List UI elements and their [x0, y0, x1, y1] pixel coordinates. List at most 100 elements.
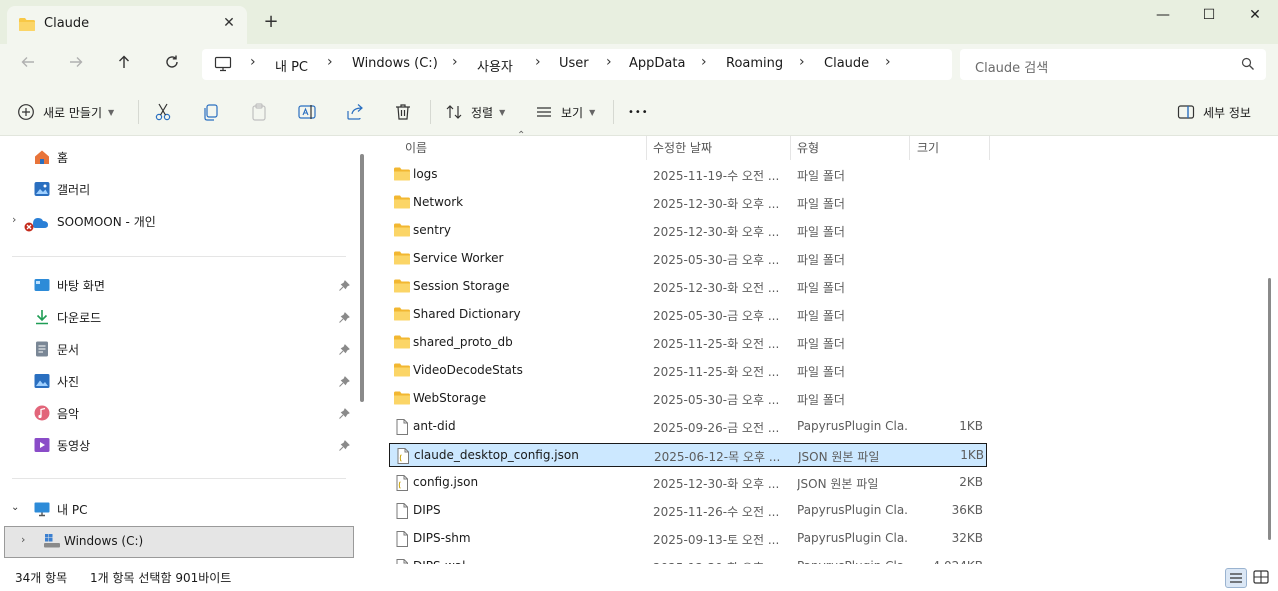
sidebar-item-label: 갤러리 — [57, 182, 91, 197]
cut-button[interactable] — [153, 102, 175, 122]
view-list-icon — [537, 107, 551, 117]
pin-icon[interactable] — [338, 312, 350, 324]
pin-icon[interactable] — [338, 408, 350, 420]
new-tab-button[interactable]: + — [260, 12, 282, 34]
chevron-down-icon: ▼ — [499, 107, 506, 117]
breadcrumb-my-pc[interactable]: 내 PC — [275, 56, 308, 75]
sidebar-item-onedrive[interactable]: SOOMOON - 개인 — [23, 208, 156, 234]
sidebar-scrollbar[interactable] — [360, 154, 364, 402]
expand-chevron-icon[interactable]: › — [12, 213, 16, 226]
pin-icon[interactable] — [338, 280, 350, 292]
breadcrumb-separator[interactable]: › — [452, 54, 458, 70]
computer-icon — [214, 56, 232, 75]
sidebar-item-pictures[interactable]: 사진 — [33, 368, 79, 394]
pin-icon[interactable] — [338, 344, 350, 356]
tiles-view-button[interactable] — [1251, 568, 1273, 588]
tab-claude[interactable]: Claude ✕ — [7, 6, 247, 44]
breadcrumb-appdata[interactable]: AppData — [629, 56, 685, 71]
forward-button[interactable] — [62, 52, 90, 78]
file-row[interactable]: Shared Dictionary 2025-05-30-금 오후 ... 파일 폴… — [389, 303, 987, 327]
pin-icon[interactable] — [338, 376, 350, 388]
breadcrumb-separator[interactable]: › — [606, 54, 612, 70]
sidebar-item-documents[interactable]: 문서 — [33, 336, 79, 362]
maximize-button[interactable]: ☐ — [1186, 0, 1232, 32]
sidebar-item-music[interactable]: 음악 — [33, 400, 79, 426]
breadcrumb-roaming[interactable]: Roaming — [726, 56, 783, 71]
sidebar-item-gallery[interactable]: 갤러리 — [33, 176, 90, 202]
copy-button[interactable] — [201, 102, 223, 122]
details-view-button[interactable] — [1225, 568, 1247, 588]
file-row[interactable]: Session Storage 2025-12-30-화 오전 ... 파일 폴더 — [389, 275, 987, 299]
back-button[interactable] — [14, 52, 42, 78]
rename-icon — [298, 105, 316, 119]
column-header-date[interactable]: 수정한 날짜 — [653, 139, 712, 156]
tab-close-button[interactable]: ✕ — [219, 13, 239, 33]
collapse-chevron-icon[interactable]: ⌄ — [11, 502, 19, 513]
refresh-button[interactable] — [158, 52, 186, 78]
sort-button[interactable]: 정렬 ▼ — [445, 101, 505, 123]
column-divider[interactable] — [989, 136, 990, 160]
sidebar-item-desktop[interactable]: 바탕 화면 — [33, 272, 105, 298]
breadcrumb-windows-c[interactable]: Windows (C:) — [352, 56, 438, 71]
file-row[interactable]: WebStorage 2025-05-30-금 오후 ... 파일 폴더 — [389, 387, 987, 411]
sidebar-item-windows-c[interactable]: › Windows (C:) — [4, 526, 354, 558]
column-header-type[interactable]: 유형 — [797, 139, 819, 156]
file-type: PapyrusPlugin Cla... — [797, 531, 907, 545]
delete-button[interactable] — [393, 102, 415, 122]
file-row[interactable]: logs 2025-11-19-수 오전 ... 파일 폴더 — [389, 163, 987, 187]
close-window-button[interactable]: ✕ — [1232, 0, 1278, 32]
breadcrumb-claude[interactable]: Claude — [824, 56, 869, 71]
column-header-name[interactable]: 이름 — [405, 139, 427, 156]
refresh-icon — [166, 55, 178, 68]
file-size: 1KB — [959, 419, 983, 433]
file-row[interactable]: ant-did 2025-09-26-금 오전 ... PapyrusPlugin … — [389, 415, 987, 439]
folder-icon — [18, 17, 36, 35]
sidebar-item-label: Windows (C:) — [64, 534, 144, 548]
up-button[interactable] — [110, 52, 138, 78]
file-row[interactable]: claude_desktop_config.json 2025-06-12-목 오… — [389, 443, 987, 467]
paste-button[interactable] — [249, 102, 271, 122]
rename-button[interactable] — [297, 102, 319, 122]
file-row[interactable]: Service Worker 2025-05-30-금 오후 ... 파일 폴더 — [389, 247, 987, 271]
share-button[interactable] — [345, 102, 367, 122]
file-row[interactable]: DIPS 2025-11-26-수 오전 ... PapyrusPlugin Cla… — [389, 499, 987, 523]
breadcrumb-separator[interactable]: › — [250, 54, 256, 70]
minimize-button[interactable]: — — [1140, 0, 1186, 32]
search-icon — [1241, 57, 1255, 74]
file-row[interactable]: config.json 2025-12-30-화 오후 ... JSON 원본 파일… — [389, 471, 987, 495]
file-row[interactable]: DIPS-shm 2025-09-13-토 오전 ... PapyrusPlugin… — [389, 527, 987, 551]
file-row[interactable]: sentry 2025-12-30-화 오후 ... 파일 폴더 — [389, 219, 987, 243]
view-button[interactable]: 보기 ▼ — [535, 101, 595, 123]
column-divider[interactable] — [790, 136, 791, 160]
column-header-size[interactable]: 크기 — [917, 139, 939, 156]
sidebar-item-downloads[interactable]: 다운로드 — [33, 304, 101, 330]
column-divider[interactable] — [909, 136, 910, 160]
address-bar[interactable]: › 내 PC › Windows (C:) › 사용자 › User › App… — [202, 49, 952, 80]
sort-ascending-icon: ⌃ — [517, 130, 526, 141]
new-button[interactable]: 새로 만들기 ▼ — [17, 101, 114, 123]
document-icon — [33, 340, 51, 358]
file-list: ⌃ 이름 수정한 날짜 유형 크기 logs 2025-11-19-수 오전 ..… — [372, 130, 1278, 575]
sidebar-item-home[interactable]: 홈 — [33, 144, 68, 170]
search-input[interactable]: Claude 검색 — [960, 49, 1266, 80]
sidebar-item-this-pc[interactable]: 내 PC — [33, 496, 87, 522]
expand-chevron-icon[interactable]: › — [21, 533, 25, 546]
breadcrumb-user[interactable]: User — [559, 56, 589, 71]
breadcrumb-separator[interactable]: › — [535, 54, 541, 70]
file-row[interactable]: shared_proto_db 2025-11-25-화 오전 ... 파일 폴더 — [389, 331, 987, 355]
sidebar-item-label: 바탕 화면 — [57, 278, 105, 293]
sidebar-item-videos[interactable]: 동영상 — [33, 432, 90, 458]
column-divider[interactable] — [646, 136, 647, 160]
breadcrumb-separator[interactable]: › — [327, 54, 333, 70]
breadcrumb-users[interactable]: 사용자 — [477, 56, 513, 75]
file-row[interactable]: VideoDecodeStats 2025-11-25-화 오전 ... 파일 폴더 — [389, 359, 987, 383]
breadcrumb-separator[interactable]: › — [701, 54, 707, 70]
breadcrumb-separator[interactable]: › — [799, 54, 805, 70]
divider — [12, 478, 346, 479]
file-list-scrollbar[interactable] — [1268, 278, 1271, 540]
pin-icon[interactable] — [338, 440, 350, 452]
details-pane-button[interactable]: 세부 정보 — [1177, 101, 1251, 123]
breadcrumb-separator[interactable]: › — [885, 54, 891, 70]
file-row[interactable]: Network 2025-12-30-화 오후 ... 파일 폴더 — [389, 191, 987, 215]
more-options-button[interactable]: ••• — [628, 101, 649, 123]
